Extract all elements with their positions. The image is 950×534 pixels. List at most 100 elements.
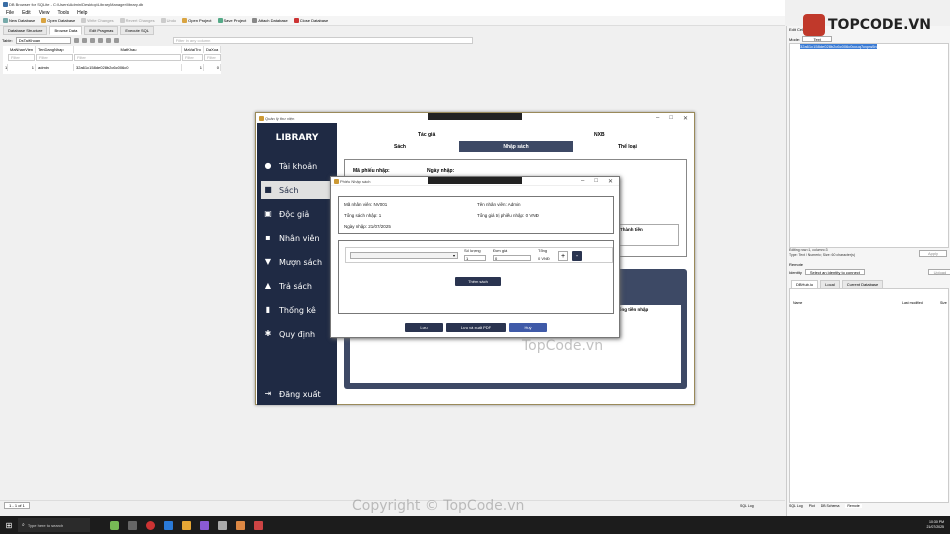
filter-cell[interactable]: Filter	[8, 54, 35, 61]
taskbar-clock[interactable]: 10:30 PM 21/07/2025	[926, 520, 944, 530]
menu-file[interactable]: File	[6, 10, 14, 16]
sidebar-item-staff[interactable]: ▪ Nhân viên	[261, 229, 337, 247]
refresh-icon[interactable]	[73, 37, 79, 43]
java-icon[interactable]	[236, 520, 245, 530]
tab-authors[interactable]: Tác giả	[418, 132, 435, 138]
dialog-maximize-icon[interactable]: □	[594, 178, 598, 185]
remote-col-name[interactable]: Name	[793, 301, 802, 305]
clear-filter-icon[interactable]	[81, 37, 87, 43]
tab-database-structure[interactable]: Database Structure	[3, 26, 48, 35]
col-header-matkhau[interactable]: MatKhau	[74, 46, 182, 53]
table-cell[interactable]: 1	[8, 64, 36, 71]
menu-help[interactable]: Help	[77, 10, 87, 16]
col-header-manhanvien[interactable]: MaNhanVien	[8, 46, 36, 53]
qty-input[interactable]: 1	[464, 255, 486, 261]
new-database-button[interactable]: New Database	[3, 18, 35, 23]
table-cell[interactable]: admin	[36, 64, 74, 71]
table-select[interactable]: DsTaiKhoan	[15, 36, 71, 44]
open-project-button[interactable]: Open Project	[182, 18, 212, 23]
identity-select[interactable]: Select an identity to connect	[804, 269, 865, 275]
tab-sql-log[interactable]: SQL Log	[740, 504, 754, 508]
new-record-icon[interactable]	[105, 37, 111, 43]
save-filter-icon[interactable]	[89, 37, 95, 43]
filter-cell[interactable]: Filter	[182, 54, 203, 61]
remove-line-button[interactable]: -	[572, 251, 582, 261]
book-select[interactable]: ▾	[350, 252, 458, 259]
save-export-pdf-button[interactable]: Lưu và xuất PDF	[446, 323, 506, 332]
cell-editor[interactable]: 32a61c158de028b2c6c006c0ccuq7cvpw5n	[789, 43, 949, 248]
cancel-button[interactable]: Huỷ	[509, 323, 547, 332]
save-button[interactable]: Lưu	[405, 323, 443, 332]
filter-cell[interactable]: Filter	[74, 54, 181, 61]
revert-changes-button[interactable]: Revert Changes	[119, 18, 155, 23]
add-book-button[interactable]: Thêm sách	[455, 277, 501, 286]
sidebar-item-statistics[interactable]: ▮ Thống kê	[261, 301, 337, 319]
page-indicator[interactable]: 1 - 1 of 1	[4, 502, 30, 509]
chart-icon: ▮	[265, 305, 271, 314]
col-header-daxoa[interactable]: DaXoa	[204, 46, 221, 53]
attach-icon	[252, 18, 258, 23]
sidebar-item-books[interactable]: ■ Sách	[261, 181, 337, 199]
sidebar-item-logout[interactable]: ⇥ Đăng xuất	[261, 385, 337, 403]
tab-execute-sql[interactable]: Execute SQL	[120, 26, 154, 35]
dialog-minimize-icon[interactable]: –	[581, 178, 584, 185]
recorder-icon[interactable]	[254, 520, 263, 530]
apply-button[interactable]: Apply	[919, 250, 947, 257]
taskbar-search[interactable]: ⌕ Type here to search	[18, 518, 90, 532]
sidebar-item-rules[interactable]: ✱ Quy định	[261, 325, 337, 343]
tab-edit-pragmas[interactable]: Edit Pragmas	[84, 26, 119, 35]
tab-sql-log-dock[interactable]: SQL Log	[789, 504, 803, 508]
task-view-icon[interactable]	[128, 520, 137, 530]
tab-db-schema[interactable]: DB Schema	[821, 504, 840, 508]
add-line-button[interactable]: +	[558, 251, 568, 261]
print-icon[interactable]	[97, 37, 103, 43]
undo-button[interactable]: Undo	[160, 18, 176, 23]
remote-col-modified[interactable]: Last modified	[902, 301, 923, 305]
open-database-button[interactable]: Open Database	[41, 18, 75, 23]
mode-select[interactable]: Text	[802, 36, 833, 42]
table-cell[interactable]: 0	[204, 64, 221, 71]
vscode-icon[interactable]	[164, 520, 173, 530]
write-changes-button[interactable]: Write Changes	[81, 18, 114, 23]
tab-browse-data[interactable]: Browse Data	[49, 26, 83, 35]
upload-button[interactable]: Upload	[927, 269, 950, 275]
minimize-icon[interactable]: –	[656, 115, 659, 122]
tab-remote[interactable]: Remote	[845, 504, 862, 508]
menu-edit[interactable]: Edit	[22, 10, 31, 16]
sidebar-item-return[interactable]: ▲ Trả sách	[261, 277, 337, 295]
filter-cell[interactable]: Filter	[204, 54, 221, 61]
visual-studio-icon[interactable]	[200, 520, 209, 530]
tab-import-books[interactable]: Nhập sách	[459, 141, 573, 152]
menu-tools[interactable]: Tools	[57, 10, 69, 16]
maximize-icon[interactable]: □	[669, 115, 673, 122]
remote-list: Name Last modified Size	[789, 288, 949, 503]
widgets-icon[interactable]	[110, 520, 119, 530]
remote-col-size[interactable]: Size	[940, 301, 947, 305]
col-header-mavaitro[interactable]: MaVaiTro	[182, 46, 204, 53]
table-cell[interactable]: 32a61c158de028b2c6c006c0	[74, 64, 182, 71]
table-cell[interactable]: 1	[182, 64, 204, 71]
cell-text[interactable]: 32a61c158de028b2c6c006c0ccuq7cvpw5n	[800, 44, 877, 49]
global-filter-input[interactable]: Filter in any column	[172, 36, 473, 44]
windows-start-icon[interactable]: ⊞	[0, 521, 18, 530]
save-project-button[interactable]: Save Project	[217, 18, 246, 23]
close-icon[interactable]: ✕	[683, 115, 688, 122]
db-browser-icon[interactable]	[218, 520, 227, 530]
tab-publishers[interactable]: NXB	[594, 132, 605, 138]
sidebar-item-readers[interactable]: ▣ Độc giả	[261, 205, 337, 223]
tab-plot[interactable]: Plot	[809, 504, 815, 508]
sidebar-item-accounts[interactable]: ● Tài khoản	[261, 157, 337, 175]
chrome-icon[interactable]	[146, 520, 155, 530]
tab-categories[interactable]: Thể loại	[618, 144, 637, 150]
explorer-icon[interactable]	[182, 520, 191, 530]
filter-cell[interactable]: Filter	[36, 54, 73, 61]
dialog-close-icon[interactable]: ✕	[608, 178, 613, 185]
tab-books[interactable]: Sách	[394, 144, 406, 150]
col-header-tendangnhap[interactable]: TenDangNhap	[36, 46, 74, 53]
attach-database-button[interactable]: Attach Database	[252, 18, 288, 23]
sidebar-item-borrow[interactable]: ▼ Mượn sách	[261, 253, 337, 271]
menu-view[interactable]: View	[39, 10, 50, 16]
price-input[interactable]: 0	[493, 255, 531, 261]
delete-record-icon[interactable]	[113, 37, 119, 43]
close-database-button[interactable]: Close Database	[293, 18, 328, 23]
